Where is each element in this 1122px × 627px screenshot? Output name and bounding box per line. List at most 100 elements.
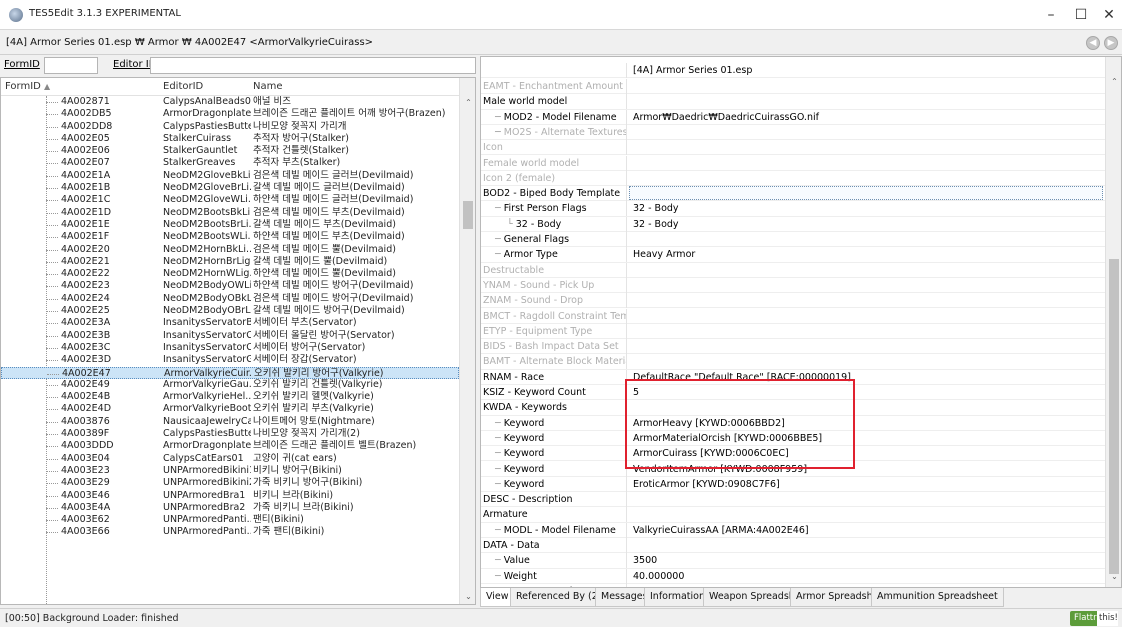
field-row[interactable]: EAMT - Enchantment Amount [481,79,1105,95]
formid-filter-input[interactable] [44,57,98,74]
record-row[interactable]: 4A002E4B ArmorValkyrieHel... 오키쉬 발키리 헬멧(Va… [1,391,459,403]
record-row[interactable]: 4A002E4D ArmorValkyrieBoots 오키쉬 발키리 부츠(Val… [1,403,459,415]
back-icon[interactable]: ◀ [1086,36,1100,50]
field-row[interactable]: BOD2 - Biped Body Template [481,186,1105,202]
record-row[interactable]: 4A003DDD ArmorDragonplate... 브레이즌 드래곤 플레이트… [1,440,459,452]
field-row[interactable]: YNAM - Sound - Pick Up [481,277,1105,294]
record-row[interactable]: 4A002E07 StalkerGreaves 추적자 부츠(Stalker) [1,157,459,169]
record-row-selected[interactable]: 4A002E47 ArmorValkyrieCuir... 오키쉬 발키리 방어구(… [1,366,459,379]
record-view[interactable]: [4A] Armor Series 01.esp EAMT - Enchantm… [480,56,1122,588]
field-row[interactable]: Destructable [481,262,1105,278]
record-row[interactable]: 4A002E05 StalkerCuirass 추적자 방어구(Stalker) [1,133,459,145]
field-row[interactable]: ZNAM - Sound - Drop [481,293,1105,309]
record-editorid: NeoDM2HornBrLig... [163,255,251,267]
tree-connector [47,373,59,375]
record-row[interactable]: 4A002E20 NeoDM2HornBkLi... 검은색 데빌 메이드 뿔(De… [1,244,459,256]
record-row[interactable]: 4A002E1D NeoDM2BootsBkLi... 검은색 데빌 메이드 부츠(… [1,207,459,219]
field-row[interactable]: ─ Value 3500 [481,553,1105,569]
scroll-thumb[interactable] [1109,259,1119,574]
field-row[interactable]: ─ MODL - Model Filename ValkyrieCuirassAA… [481,522,1105,538]
record-list[interactable]: FormID ▲ EditorID Name 4A002871 CalypsAna… [0,77,476,605]
record-row[interactable]: 4A002E21 NeoDM2HornBrLig... 갈색 데빌 메이드 뿔(De… [1,256,459,268]
record-row[interactable]: 4A002DB5 ArmorDragonplate... 브레이즌 드래곤 플레이트… [1,108,459,120]
field-row[interactable]: ETYP - Equipment Type [481,323,1105,340]
record-row[interactable]: 4A002E49 ArmorValkyrieGau... 오키쉬 발키리 건틀렛(V… [1,379,459,391]
forward-icon[interactable]: ▶ [1104,36,1118,50]
scroll-up-icon[interactable]: ⌃ [460,98,475,107]
record-row[interactable]: 4A003E46 UNPArmoredBra1 비키니 브라(Bikini) [1,490,459,502]
record-row[interactable]: 4A002E3B InsanitysServatorC...서베이터 올달린 방어… [1,330,459,342]
flattr-button[interactable]: Flattr this! [1070,611,1118,626]
field-row[interactable]: ─ Armor Type Heavy Armor [481,247,1105,263]
field-value[interactable]: 32 - Body [629,217,1103,232]
field-row[interactable]: ─ MO2S - Alternate Textures [481,124,1105,141]
record-row[interactable]: 4A002E1E NeoDM2BootsBrLi... 갈색 데빌 메이드 부츠(D… [1,219,459,231]
record-row[interactable]: 4A002E24 NeoDM2BodyOBkL...검은색 데빌 메이드 방어구(… [1,293,459,305]
close-button[interactable]: ✕ [1090,0,1122,30]
field-row[interactable]: Icon [481,140,1105,156]
record-row[interactable]: 4A003E23 UNPArmoredBikini1 비키니 방어구(Bikini) [1,465,459,477]
column-formid[interactable]: FormID [5,81,41,92]
field-row[interactable]: BIDS - Bash Impact Data Set [481,339,1105,355]
editorid-filter-input[interactable] [150,57,476,74]
field-value[interactable]: EroticArmor [KYWD:0908C7F6] [629,477,1103,492]
record-row[interactable]: 4A003E29 UNPArmoredBikini2 가죽 비키니 방어구(Biki… [1,477,459,489]
field-row[interactable]: ─ First Person Flags 32 - Body [481,201,1105,217]
tab-referenced-by-2[interactable]: Referenced By (2) [510,588,608,607]
record-row[interactable]: 4A00389F CalypsPastiesButter...나비모양 젖꼭지 가… [1,428,459,440]
field-value[interactable] [629,186,1103,201]
field-row[interactable]: ─ Weight 40.000000 [481,568,1105,584]
record-row[interactable]: 4A003E62 UNPArmoredPanti... 팬티(Bikini) [1,514,459,526]
scroll-thumb[interactable] [463,201,473,229]
record-name: 오키쉬 발키리 부츠(Valkyrie) [253,403,374,415]
record-row[interactable]: 4A002DD8 CalypsPastiesButter...나비모양 젖꼭지 가… [1,121,459,133]
field-row[interactable]: DESC - Description [481,492,1105,508]
record-row[interactable]: 4A002E25 NeoDM2BodyOBrLi...갈색 데빌 메이드 방어구(… [1,305,459,317]
tree-connector: └ [507,218,516,230]
field-value[interactable]: 40.000000 [629,569,1103,584]
field-value[interactable]: Heavy Armor [629,247,1103,262]
record-name: 검은색 데빌 메이드 부츠(Devilmaid) [253,206,405,218]
scroll-down-icon[interactable]: ⌄ [460,592,475,601]
column-name[interactable]: Name [253,81,283,92]
field-row[interactable]: Icon 2 (female) [481,170,1105,187]
tab-ammunition-spreadsheet[interactable]: Ammunition Spreadsheet [871,588,1004,607]
record-row[interactable]: 4A002E1B NeoDM2GloveBrLi... 갈색 데빌 메이드 글러브(… [1,182,459,194]
field-row[interactable]: ─ MOD2 - Model Filename Armor₩Daedric₩Dae… [481,109,1105,125]
record-row[interactable]: 4A003E04 CalypsCatEars01 고양이 귀(cat ears) [1,453,459,465]
field-label: EAMT - Enchantment Amount [481,79,627,94]
tab-information[interactable]: Information [644,588,711,607]
record-row[interactable]: 4A002E06 StalkerGauntlet 추적자 건틀렛(Stalker) [1,145,459,157]
record-row[interactable]: 4A002E1A NeoDM2GloveBkLi... 검은색 데빌 메이드 글러브… [1,170,459,182]
scroll-down-icon[interactable]: ⌄ [1106,572,1121,581]
field-row[interactable]: ─ Keyword EroticArmor [KYWD:0908C7F6] [481,476,1105,493]
record-list-scrollbar[interactable]: ⌃ ⌄ [459,78,475,604]
field-row[interactable]: └ 32 - Body 32 - Body [481,216,1105,232]
column-editorid[interactable]: EditorID [163,81,203,92]
record-row[interactable]: 4A002E3A InsanitysServatorB...서베이터 부츠(Ser… [1,317,459,329]
tree-connector [46,507,58,509]
field-value[interactable]: Armor₩Daedric₩DaedricCuirassGO.nif [629,110,1103,125]
scroll-up-icon[interactable]: ⌃ [1106,77,1121,86]
field-row[interactable]: Female world model [481,155,1105,171]
record-row[interactable]: 4A002E3C InsanitysServatorC...서베이터 방어구(Se… [1,342,459,354]
record-view-scrollbar[interactable]: ⌃ ⌄ [1105,57,1121,587]
record-row[interactable]: 4A002871 CalypsAnalBeads01 애널 비즈 [1,96,459,108]
record-row[interactable]: 4A002E1C NeoDM2GloveWLi... 하얀색 데빌 메이드 글러브(… [1,194,459,206]
record-row[interactable]: 4A003876 NausicaaJewelryCa...나이트메어 망토(Nig… [1,416,459,428]
record-row[interactable]: 4A002E23 NeoDM2BodyOWLi...하얀색 데빌 메이드 방어구(… [1,280,459,292]
field-row[interactable]: ─ General Flags [481,232,1105,248]
field-value[interactable]: ValkyrieCuirassAA [ARMA:4A002E46] [629,523,1103,538]
record-row[interactable]: 4A002E3D InsanitysServatorGl...서베이터 장갑(Se… [1,354,459,366]
field-value[interactable]: 3500 [629,553,1103,568]
field-row[interactable]: Male world model [481,94,1105,110]
field-row[interactable]: BAMT - Alternate Block Material [481,354,1105,370]
field-row[interactable]: BMCT - Ragdoll Constraint Temp... [481,308,1105,324]
record-row[interactable]: 4A003E4A UNPArmoredBra2 가죽 비키니 브라(Bikini) [1,502,459,514]
field-row[interactable]: DATA - Data [481,538,1105,554]
record-row[interactable]: 4A003E66 UNPArmoredPanti... 가죽 팬티(Bikini) [1,526,459,538]
field-row[interactable]: Armature [481,507,1105,523]
record-row[interactable]: 4A002E1F NeoDM2BootsWLi... 하얀색 데빌 메이드 부츠(D… [1,231,459,243]
record-row[interactable]: 4A002E22 NeoDM2HornWLig... 하얀색 데빌 메이드 뿔(De… [1,268,459,280]
field-value[interactable]: 32 - Body [629,201,1103,216]
